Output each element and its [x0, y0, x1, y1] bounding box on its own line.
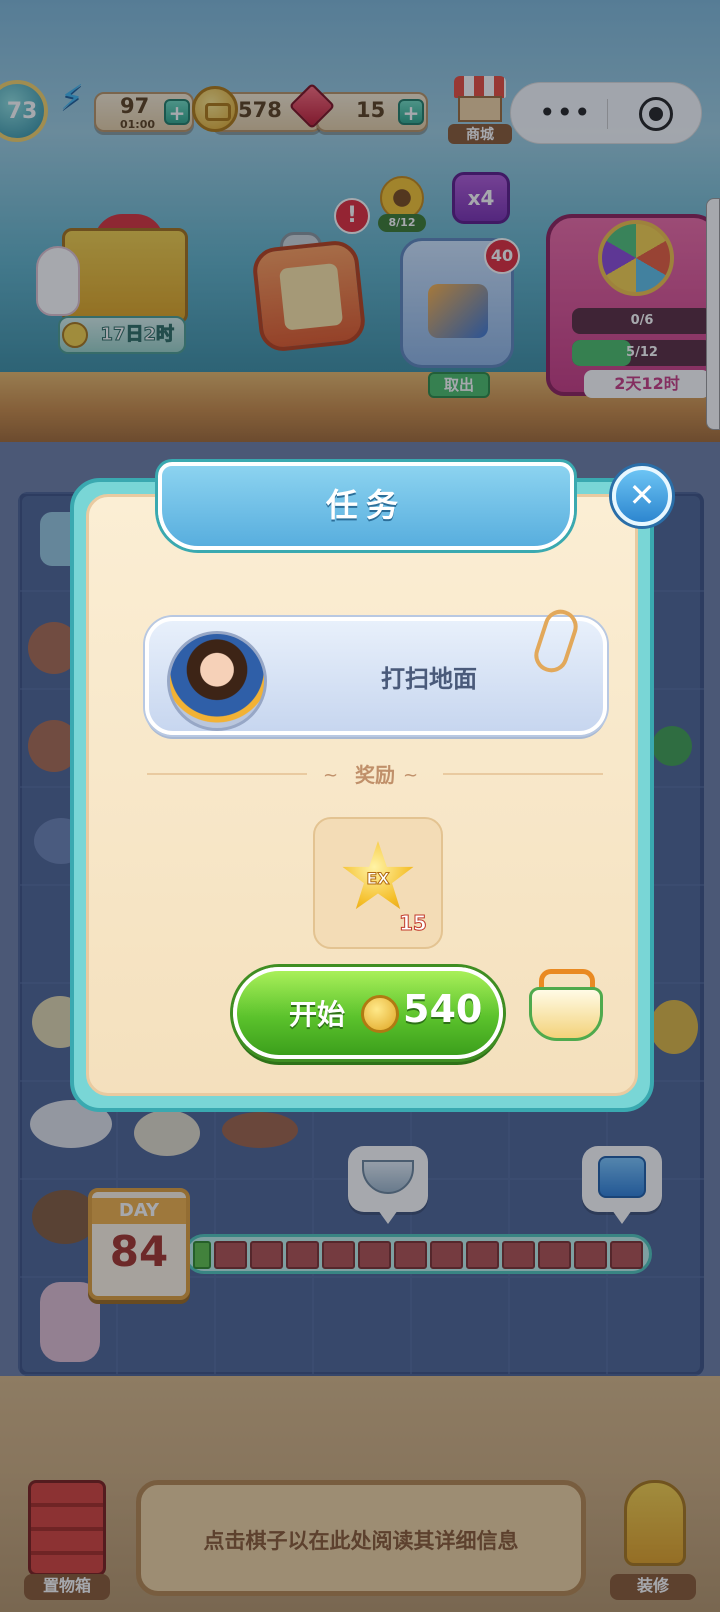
start-cost: 540 [403, 987, 483, 1031]
task-dialog-body: 打扫地面 ~ 奖励 ~ EX 15 开始 540 [86, 494, 638, 1096]
start-label: 开始 [289, 998, 346, 1031]
reward-divider: ~ 奖励 ~ [147, 759, 603, 789]
task-card: 打扫地面 [145, 605, 607, 735]
pot-body [529, 987, 603, 1041]
reward-ex-label: EX [366, 869, 390, 889]
start-task-button[interactable]: 开始 540 [233, 967, 503, 1059]
task-name: 打扫地面 [381, 665, 477, 693]
character-portrait [167, 631, 267, 731]
close-button[interactable]: ✕ [612, 466, 672, 526]
reward-slot[interactable]: EX 15 [313, 817, 443, 949]
cooking-pot-icon [523, 969, 609, 1045]
title-banner: 任务 [158, 462, 574, 550]
reward-count: 15 [399, 911, 428, 936]
ornament-right-icon: ~ [403, 765, 419, 786]
reward-label: 奖励 [355, 763, 395, 787]
coin-icon [361, 995, 399, 1033]
task-dialog: 打扫地面 ~ 奖励 ~ EX 15 开始 540 任务 [70, 462, 654, 1112]
dialog-title: 任务 [325, 486, 406, 524]
